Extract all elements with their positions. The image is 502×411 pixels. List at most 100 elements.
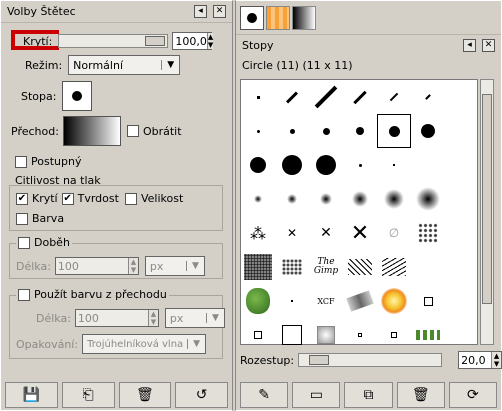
brush-item[interactable] xyxy=(241,284,275,318)
gradient-label: Přechod: xyxy=(11,124,59,138)
use-gradient-checkbox[interactable] xyxy=(18,288,30,301)
brush-item[interactable] xyxy=(275,284,309,318)
brush-item[interactable] xyxy=(411,80,445,114)
brush-item[interactable] xyxy=(343,148,377,182)
reverse-checkbox[interactable] xyxy=(126,125,139,137)
brush-item[interactable] xyxy=(343,182,377,216)
delete-icon[interactable]: 🗑 xyxy=(118,382,172,408)
brush-item[interactable] xyxy=(309,114,343,148)
fade-label: Doběh xyxy=(34,236,70,249)
delete-brush-icon[interactable]: 🗑 xyxy=(396,382,445,408)
pressure-color-checkbox[interactable] xyxy=(16,212,28,225)
brush-preview[interactable] xyxy=(62,81,93,111)
pressure-hardness-checkbox[interactable] xyxy=(61,192,74,205)
fade-unit-combo[interactable]: px ▼ xyxy=(144,256,205,276)
brush-item[interactable] xyxy=(241,250,275,284)
brush-grid[interactable]: ⁂ ✕ ✕ ✕ ∅ The Gimp XCF xyxy=(240,79,478,345)
brush-item[interactable] xyxy=(309,318,343,352)
brush-item[interactable] xyxy=(343,318,377,352)
brush-item-selected[interactable] xyxy=(377,114,411,148)
chevron-down-icon: ▼ xyxy=(161,60,179,70)
brush-item[interactable] xyxy=(411,114,445,148)
brush-item[interactable] xyxy=(275,114,309,148)
brush-item[interactable] xyxy=(309,148,343,182)
brush-item[interactable] xyxy=(377,182,411,216)
brush-item[interactable]: ∅ xyxy=(377,216,411,250)
incremental-checkbox[interactable] xyxy=(15,155,27,168)
brush-item[interactable] xyxy=(411,284,445,318)
gradient-preview[interactable] xyxy=(62,116,121,146)
refresh-icon[interactable]: ⟳ xyxy=(448,382,498,408)
save-icon[interactable]: 💾 xyxy=(5,382,58,408)
repeat-combo[interactable]: Trojúhelníková vlna ▼ xyxy=(82,334,207,354)
brush-item[interactable] xyxy=(241,318,275,352)
brush-item[interactable] xyxy=(343,80,377,114)
brush-item[interactable] xyxy=(377,284,411,318)
brush-item[interactable] xyxy=(275,182,309,216)
spacing-spin[interactable]: 20,0 ▲ ▼ xyxy=(458,351,502,369)
panel-menu-icon[interactable]: ◂ xyxy=(463,38,476,52)
gradients-tab-icon[interactable] xyxy=(292,5,316,30)
mode-combo[interactable]: Normální ▼ xyxy=(68,55,181,75)
use-gradient-label: Použít barvu z přechodu xyxy=(34,288,167,301)
brush-item[interactable] xyxy=(275,80,309,114)
brushes-buttons: ✎ ▭ ⧉ 🗑 ⟳ xyxy=(240,382,498,408)
grad-unit-combo[interactable]: px ▼ xyxy=(164,308,225,328)
edit-brush-icon[interactable]: ✎ xyxy=(240,382,289,408)
brush-item[interactable] xyxy=(411,318,445,352)
brush-grid-scrollbar[interactable] xyxy=(480,79,494,345)
chevron-down-icon: ▼ xyxy=(205,313,224,323)
brush-item[interactable] xyxy=(377,318,411,352)
patterns-tab-icon[interactable] xyxy=(266,5,290,30)
duplicate-brush-icon[interactable]: ⧉ xyxy=(344,382,393,408)
opacity-slider[interactable] xyxy=(58,34,169,48)
spacing-slider[interactable] xyxy=(298,353,443,367)
fade-checkbox[interactable] xyxy=(18,236,30,249)
close-icon[interactable]: ✕ xyxy=(213,5,226,18)
pressure-hardness-label: Tvrdost xyxy=(77,192,119,205)
tool-options-title: Volby Štětec xyxy=(7,5,76,18)
brush-item[interactable] xyxy=(343,250,377,284)
brush-item[interactable] xyxy=(411,216,445,250)
brush-item[interactable]: ✕ xyxy=(275,216,309,250)
brush-item[interactable] xyxy=(377,148,411,182)
brush-item[interactable] xyxy=(309,182,343,216)
brush-item-xcf[interactable]: XCF xyxy=(309,284,343,318)
pressure-opacity-checkbox[interactable] xyxy=(16,192,28,205)
brush-item[interactable] xyxy=(377,80,411,114)
brush-item[interactable] xyxy=(377,250,411,284)
scrollbar-thumb[interactable] xyxy=(482,94,492,304)
brush-item[interactable] xyxy=(241,114,275,148)
restore-icon[interactable]: ⎗ xyxy=(61,382,115,408)
fade-unit-value: px xyxy=(149,259,164,273)
close-icon[interactable]: ✕ xyxy=(482,38,495,52)
brush-item[interactable] xyxy=(275,318,309,352)
highlight-marker xyxy=(11,30,59,50)
gimp-text: The Gimp xyxy=(313,257,339,276)
brush-item[interactable]: ✕ xyxy=(309,216,343,250)
brush-item[interactable] xyxy=(275,148,309,182)
panel-menu-icon[interactable]: ◂ xyxy=(194,5,207,18)
brush-item[interactable] xyxy=(309,80,343,114)
fade-length-spin[interactable]: 100 ▲ ▼ xyxy=(54,257,139,275)
fade-length-label: Délka: xyxy=(16,259,51,273)
gradient-color-frame: Použít barvu z přechodu Délka: 100 ▲ ▼ px ▼… xyxy=(9,288,225,359)
brush-item[interactable] xyxy=(343,114,377,148)
brushes-titlebar: Stopy ◂ ✕ xyxy=(236,35,501,55)
pressure-size-checkbox[interactable] xyxy=(124,192,137,205)
pressure-frame: Krytí Tvrdost Velikost Barva xyxy=(9,185,223,231)
brush-item[interactable] xyxy=(241,148,275,182)
new-brush-icon[interactable]: ▭ xyxy=(292,382,341,408)
reset-icon[interactable]: ↺ xyxy=(175,382,228,408)
brush-item[interactable] xyxy=(343,284,377,318)
brush-item[interactable] xyxy=(241,182,275,216)
brushes-tab-icon[interactable] xyxy=(240,5,264,30)
brush-item[interactable]: ✕ xyxy=(343,216,377,250)
brush-item[interactable] xyxy=(275,250,309,284)
grad-length-spin[interactable]: 100 ▲ ▼ xyxy=(74,309,159,327)
brush-item[interactable]: ⁂ xyxy=(241,216,275,250)
brush-item-gimp[interactable]: The Gimp xyxy=(309,250,343,284)
brush-item[interactable] xyxy=(241,80,275,114)
brush-item[interactable] xyxy=(411,182,445,216)
opacity-spin[interactable]: 100,0 ▲ ▼ xyxy=(172,32,214,50)
